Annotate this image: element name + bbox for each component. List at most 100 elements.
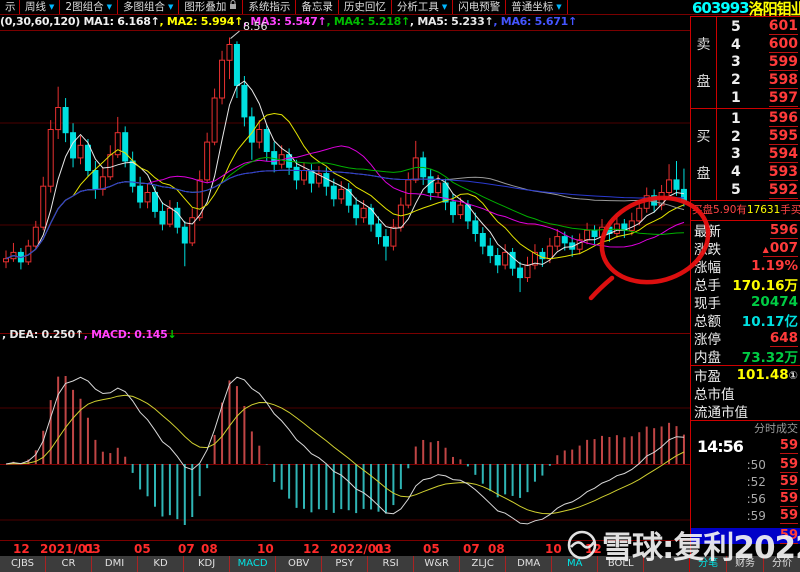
menu-item-system-signal[interactable]: 系统指示 [243, 0, 296, 14]
ask-row[interactable]: 5601 [717, 18, 800, 35]
menu-item-label: 多图组合 [123, 0, 165, 14]
menu-item-combo-multi[interactable]: 多图组合▼ [118, 0, 179, 14]
indicator-tab-BOLL[interactable]: BOLL [597, 556, 643, 572]
indicator-tab-MACD[interactable]: MACD [229, 556, 275, 572]
quote-stats: 最新596涨跌▲007涨幅1.19%总手170.16万现手20474总额10.1… [691, 221, 800, 365]
stat-label: 市盈 [694, 365, 721, 385]
buy-label-char: 盘 [697, 163, 711, 183]
menu-item-label: 示 [5, 0, 16, 14]
indicator-tab-KD[interactable]: KD [137, 556, 183, 572]
bid-row[interactable]: 1596 [717, 110, 800, 127]
indicator-tab-OBV[interactable]: OBV [275, 556, 321, 572]
bid-row[interactable]: 5592 [717, 182, 800, 199]
indicator-tab-KDJ[interactable]: KDJ [183, 556, 229, 572]
text-segment: , DEA: 0.250 [2, 328, 75, 341]
ask-price: 598 [769, 72, 798, 89]
menu-item-coords[interactable]: 普通坐标▼ [506, 0, 567, 14]
chevron-down-icon[interactable]: ▼ [107, 0, 112, 14]
trade-price: 59 [780, 438, 798, 454]
indicator-tab-CR[interactable]: CR [45, 556, 91, 572]
selected-trade-row[interactable]: 59 [691, 528, 800, 544]
stock-name: 洛阳钼业 [749, 0, 800, 19]
stat-value: 596 [770, 222, 798, 239]
macd-chart[interactable] [0, 345, 690, 540]
menu-item-label: 历史回忆 [344, 0, 386, 14]
text-segment: ↑ [401, 15, 410, 28]
ask-row[interactable]: 3599 [717, 54, 800, 71]
ask-level: 4 [731, 37, 741, 53]
date-label: 12 [13, 542, 30, 556]
menu-item-combo2[interactable]: 2图组合 ▼ [60, 0, 118, 14]
stat-label: 涨幅 [694, 256, 721, 276]
candlestick-chart[interactable] [0, 30, 690, 334]
indicator-tab-RSI[interactable]: RSI [367, 556, 413, 572]
bid-row[interactable]: 4593 [717, 164, 800, 181]
trade-price: 59 [780, 474, 798, 490]
ask-row[interactable]: 1597 [717, 90, 800, 107]
stat-row-涨幅: 涨幅1.19% [691, 257, 800, 275]
menu-item-history[interactable]: 历史回忆 [339, 0, 392, 14]
panel-tab-财务[interactable]: 财务 [726, 556, 763, 572]
stock-header: H M T R 300 603993 洛阳钼业 [690, 0, 800, 16]
stat-value: 73.32万 [742, 346, 798, 366]
ask-row[interactable]: 4 600 [717, 36, 800, 53]
order-book: 卖盘 56014600359925981597 买盘 1596259535944… [691, 16, 800, 200]
stat-row-总额: 总额10.17亿 [691, 311, 800, 329]
indicator-tabs: CJBSCRDMIKDKDJMACDOBVPSYRSIW&RZLJCDMAMAB… [0, 556, 689, 572]
date-label: 07 [178, 542, 195, 556]
indicator-tab-DMI[interactable]: DMI [91, 556, 137, 572]
stat-row-最新: 最新596 [691, 221, 800, 239]
menu-item-memo[interactable]: 备忘录 [296, 0, 339, 14]
big-order-alert: 买盘5.90有17631手买单! [691, 200, 800, 221]
stat-value: 170.16万 [732, 274, 798, 294]
chevron-down-icon[interactable]: ▼ [556, 0, 561, 14]
sell-label: 卖盘 [691, 17, 717, 108]
bid-row[interactable]: 3594 [717, 146, 800, 163]
indicator-tab-MA[interactable]: MA [551, 556, 597, 572]
menu-item-label: 2图组合 [65, 0, 103, 14]
menu-item-overlay[interactable]: 图形叠加 [179, 0, 243, 14]
sell-side: 卖盘 5601 4 600359925981597 [691, 17, 800, 109]
stat-label: 涨跌 [694, 238, 721, 258]
bid-price: 594 [769, 146, 798, 163]
panel-tab-分笔[interactable]: 分笔 [690, 556, 726, 572]
buy-side: 买盘 15962595359445935592 [691, 109, 800, 200]
trade-time: :56 [747, 492, 766, 506]
menu-item-period[interactable]: 周线▼ [20, 0, 60, 14]
date-label: 05 [134, 542, 151, 556]
ask-rows: 5601 4 600359925981597 [717, 17, 800, 108]
menu-item-label: 分析工具 [397, 0, 439, 14]
date-label: 08 [488, 542, 505, 556]
indicator-tab-PSY[interactable]: PSY [321, 556, 367, 572]
bid-row[interactable]: 2595 [717, 128, 800, 145]
macd-indicator-line: , DEA: 0.250↑, MACD: 0.145↓ [2, 328, 502, 341]
menu-item-label: 系统指示 [248, 0, 290, 14]
ask-price: 601 [769, 18, 798, 35]
ask-row[interactable]: 2598 [717, 72, 800, 89]
trade-price: 59 [780, 457, 798, 473]
stat-row-总市值: 总市值 [691, 384, 800, 402]
chevron-down-icon[interactable]: ▼ [49, 0, 54, 14]
chevron-down-icon[interactable]: ▼ [442, 0, 447, 14]
stat-row-内盘: 内盘73.32万 [691, 347, 800, 365]
trading-app-window: 示周线▼2图组合▼多图组合▼图形叠加系统指示备忘录历史回忆分析工具▼闪电预警普通… [0, 0, 800, 572]
indicator-tab-ZLJC[interactable]: ZLJC [459, 556, 505, 572]
stat-value: ▲007 [763, 240, 798, 257]
text-segment: , MA4: 5.218 [326, 15, 401, 28]
text-segment: , MA2: 5.994 [160, 15, 235, 28]
stat-label: 流通市值 [694, 401, 748, 421]
ask-price: 600 [769, 36, 798, 53]
menu-item-analysis-tools[interactable]: 分析工具▼ [392, 0, 453, 14]
quote-panel: 卖盘 56014600359925981597 买盘 1596259535944… [690, 16, 800, 556]
menu-item-clipped[interactable]: 示 [0, 0, 20, 14]
indicator-tab-bar: CJBSCRDMIKDKDJMACDOBVPSYRSIW&RZLJCDMAMAB… [0, 556, 800, 572]
ma-indicator-line: (0,30,60,120) MA1: 6.168↑, MA2: 5.994↑, … [0, 15, 690, 29]
up-arrow-icon: ▲ [763, 245, 769, 254]
indicator-tab-DMA[interactable]: DMA [505, 556, 551, 572]
bid-level: 2 [731, 129, 741, 145]
indicator-tab-W&R[interactable]: W&R [413, 556, 459, 572]
chevron-down-icon[interactable]: ▼ [168, 0, 173, 14]
panel-tab-分价[interactable]: 分价 [763, 556, 800, 572]
menu-item-flash-alert[interactable]: 闪电预警 [453, 0, 506, 14]
indicator-tab-CJBS[interactable]: CJBS [0, 556, 45, 572]
